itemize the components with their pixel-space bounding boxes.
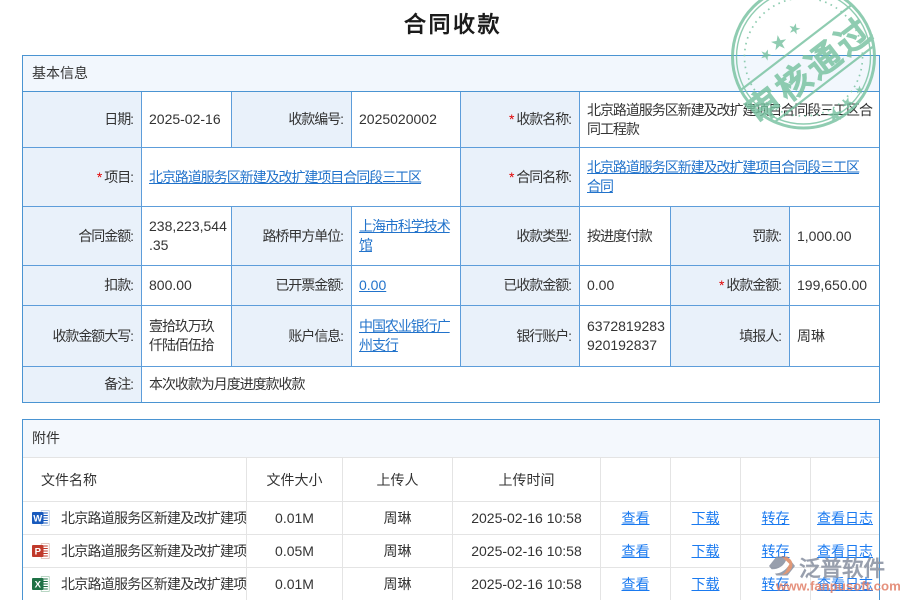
svg-text:P: P — [35, 546, 42, 557]
svg-text:W: W — [33, 513, 42, 524]
svg-text:X: X — [35, 579, 42, 590]
